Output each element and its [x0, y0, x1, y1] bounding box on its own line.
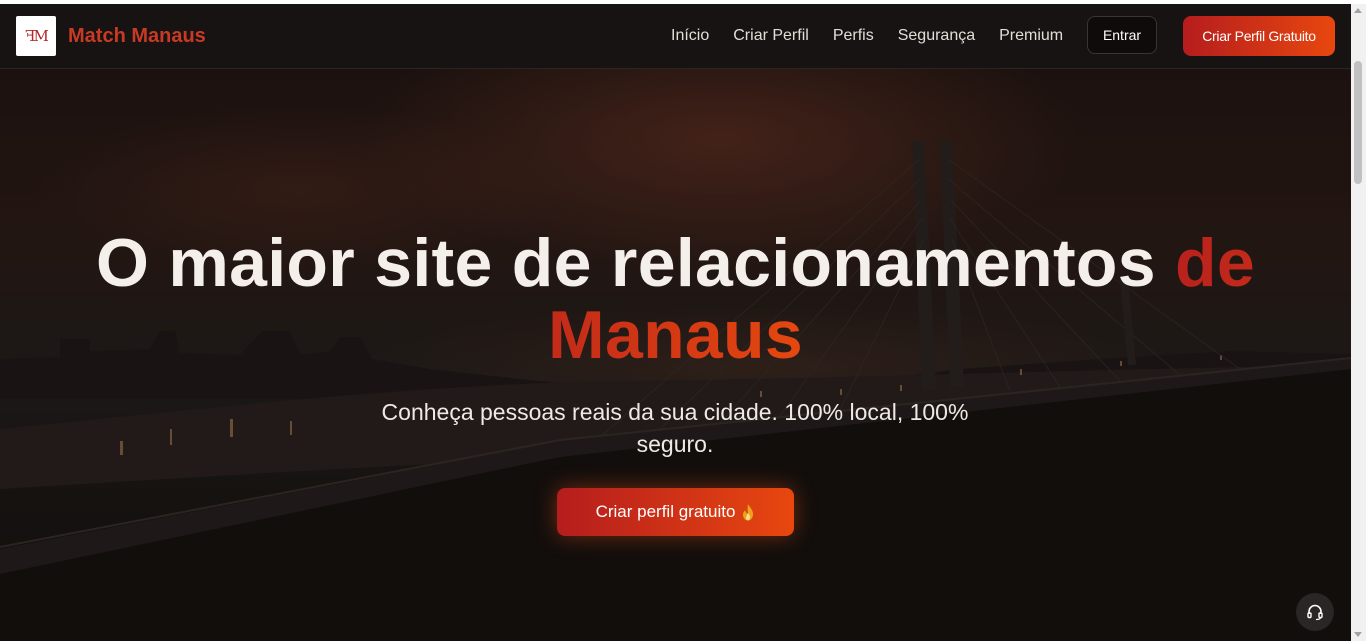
main-nav: Início Criar Perfil Perfis Segurança Pre… — [671, 26, 1063, 46]
scroll-up-arrow-icon[interactable] — [1354, 8, 1362, 13]
scroll-down-arrow-icon[interactable] — [1354, 632, 1362, 637]
brand-name[interactable]: Match Manaus — [68, 25, 206, 47]
page-viewport: ꟻM Match Manaus Início Criar Perfil Perf… — [0, 4, 1351, 641]
nav-link-premium[interactable]: Premium — [999, 26, 1063, 46]
nav-link-criar-perfil[interactable]: Criar Perfil — [733, 26, 809, 46]
hero-subtitle: Conheça pessoas reais da sua cidade. 100… — [381, 399, 969, 457]
signup-button[interactable]: Criar Perfil Gratuito — [1183, 16, 1335, 56]
headline-main: O maior site de relacionamentos — [95, 225, 1176, 301]
logo[interactable]: ꟻM — [16, 16, 56, 56]
nav-link-perfis[interactable]: Perfis — [833, 26, 874, 46]
nav-link-seguranca[interactable]: Segurança — [898, 26, 975, 46]
logo-mark: ꟻM — [25, 26, 49, 45]
hero-headline: O maior site de relacionamentos de Manau… — [0, 227, 1351, 371]
navbar: ꟻM Match Manaus Início Criar Perfil Perf… — [0, 4, 1351, 69]
hero-section: O maior site de relacionamentos de Manau… — [0, 69, 1351, 641]
support-chat-button[interactable] — [1296, 593, 1334, 631]
headset-icon — [1307, 604, 1323, 621]
scrollbar-thumb[interactable] — [1354, 61, 1362, 184]
flame-icon — [742, 502, 755, 522]
cta-signup-button[interactable]: Criar perfil gratuito — [557, 488, 794, 536]
nav-link-inicio[interactable]: Início — [671, 26, 709, 46]
login-button[interactable]: Entrar — [1087, 16, 1157, 54]
cta-label: Criar perfil gratuito — [595, 502, 736, 521]
page-scrollbar[interactable] — [1351, 4, 1366, 641]
